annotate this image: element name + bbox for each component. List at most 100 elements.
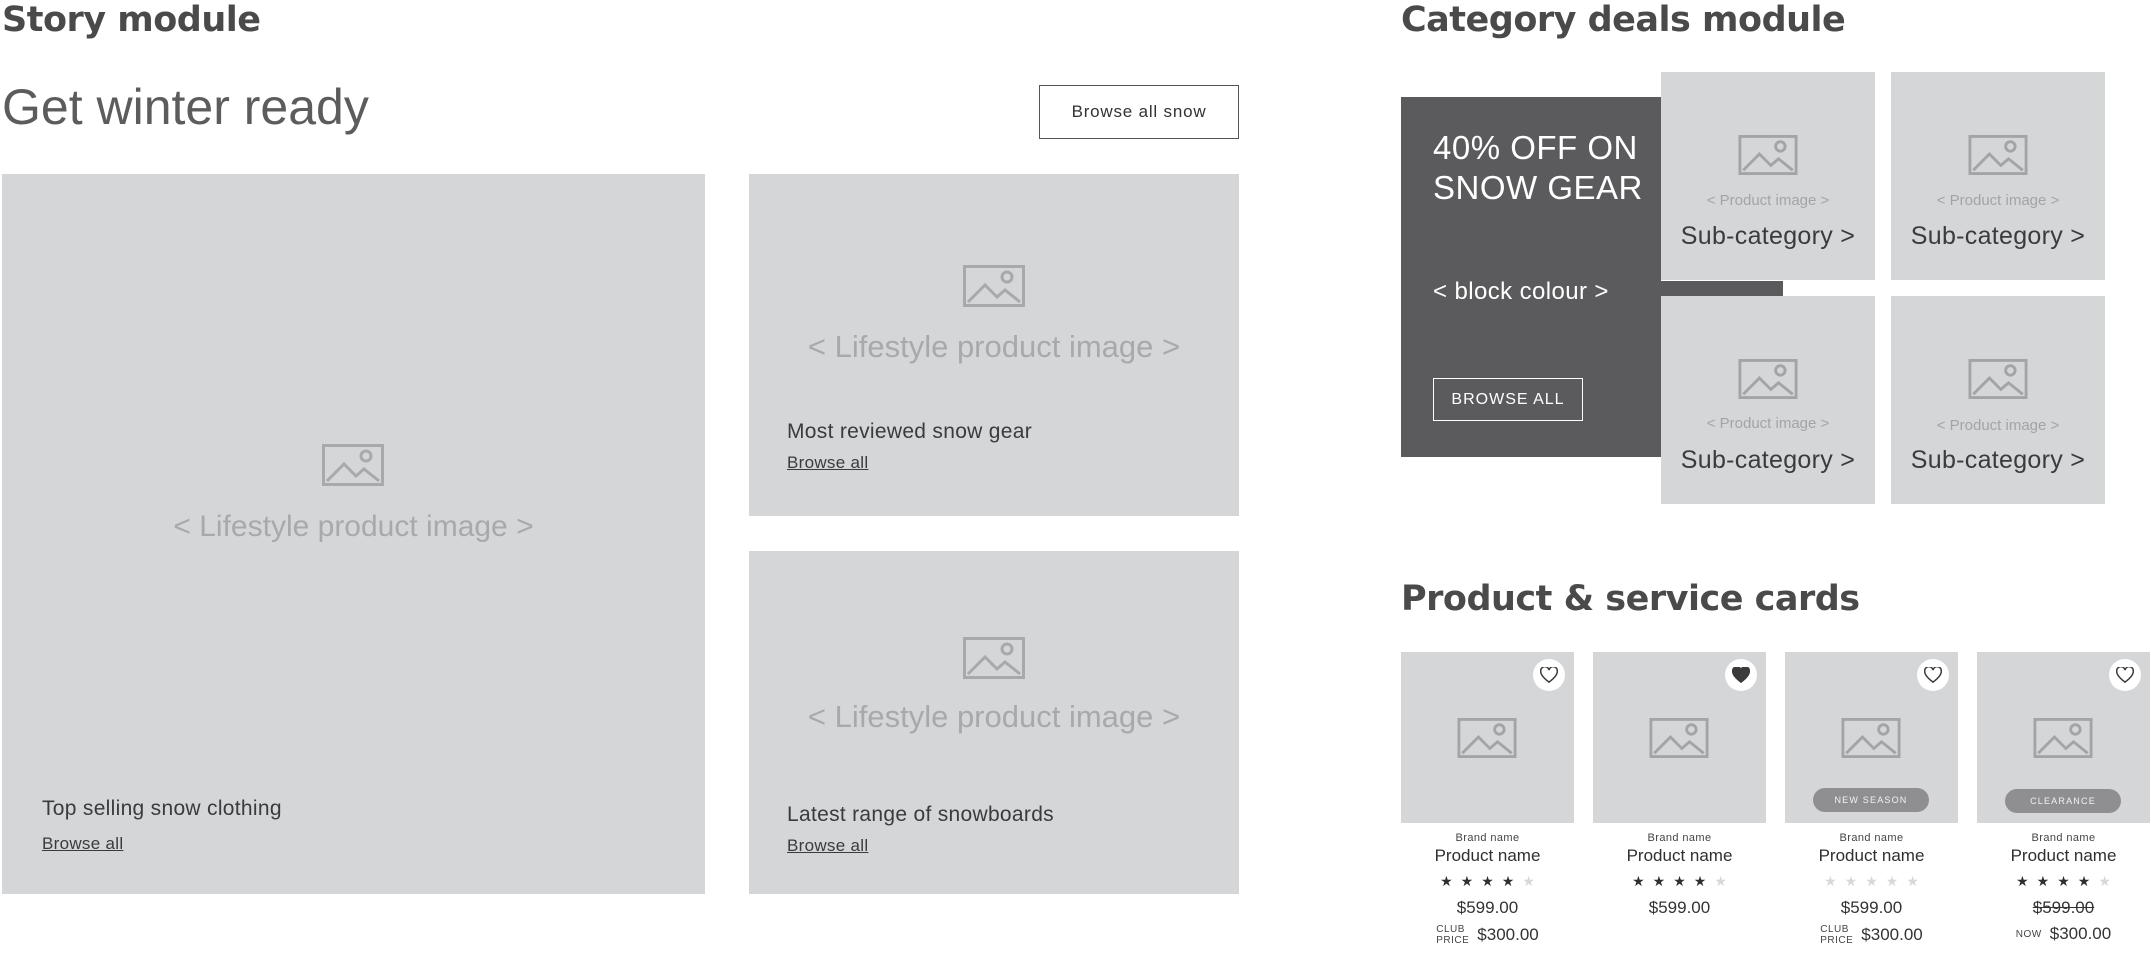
star-icon: ★ xyxy=(1440,873,1453,889)
star-icon: ★ xyxy=(1673,873,1686,889)
cards-section-title: Product & service cards xyxy=(1401,579,1860,619)
story-tile-large[interactable]: < Lifestyle product image > Top selling … xyxy=(2,174,705,894)
product-name: Product name xyxy=(1818,846,1925,865)
story-tile-top[interactable]: < Lifestyle product image > Most reviewe… xyxy=(749,174,1239,516)
club-price: CLUB PRICE $300.00 xyxy=(1401,924,1574,946)
favourite-icon[interactable] xyxy=(1917,659,1949,691)
image-placeholder-icon xyxy=(1968,359,2028,399)
product-image-label: < Product image > xyxy=(1936,192,2060,209)
subcategory-label: Sub-category > xyxy=(1680,222,1856,250)
promo-subtitle: < block colour > xyxy=(1433,278,1609,305)
story-tile-caption: Most reviewed snow gear xyxy=(787,420,1033,443)
product-image-label: < Product image > xyxy=(1706,192,1830,209)
favourite-icon[interactable] xyxy=(2109,659,2141,691)
product-card[interactable]: Brand name Product name ★ ★ ★ ★ ★ $599.00 xyxy=(1593,652,1766,952)
rating-stars: ★ ★ ★ ★ ★ xyxy=(1401,873,1574,890)
product-image xyxy=(1593,652,1766,823)
subcategory-tile[interactable]: < Product image > Sub-category > xyxy=(1661,72,1875,280)
promo-browse-all-button[interactable]: BROWSE ALL xyxy=(1433,378,1583,421)
price: $599.00 xyxy=(1648,898,1711,917)
clearance-badge: CLEARANCE xyxy=(2005,789,2121,813)
price: $599.00 xyxy=(1456,898,1519,917)
lifestyle-image-label: < Lifestyle product image > xyxy=(807,699,1181,734)
promo-title-line2: SNOW GEAR xyxy=(1433,169,1643,206)
brand-name: Brand name xyxy=(1839,832,1904,844)
product-image: CLEARANCE xyxy=(1977,652,2150,823)
star-icon: ★ xyxy=(1885,873,1899,889)
brand-name: Brand name xyxy=(2031,832,2096,844)
now-label: NOW xyxy=(2015,928,2042,940)
product-image: NEW SEASON xyxy=(1785,652,1958,823)
favourite-icon[interactable] xyxy=(1533,659,1565,691)
subcategory-tile[interactable]: < Product image > Sub-category > xyxy=(1891,296,2105,504)
subcategory-label: Sub-category > xyxy=(1910,446,2086,474)
star-icon: ★ xyxy=(1632,873,1645,889)
star-icon: ★ xyxy=(1824,873,1837,889)
sale-price-value: $300.00 xyxy=(2049,924,2112,943)
lifestyle-image-label: < Lifestyle product image > xyxy=(173,510,534,543)
story-tile-browse-link[interactable]: Browse all xyxy=(787,453,868,473)
club-price-value: $300.00 xyxy=(1477,925,1539,944)
subcategory-tile[interactable]: < Product image > Sub-category > xyxy=(1891,72,2105,280)
promo-block: 40% OFF ON SNOW GEAR < block colour > BR… xyxy=(1401,97,1661,457)
promo-title-line1: 40% OFF ON xyxy=(1433,129,1638,166)
club-price-label: CLUB PRICE xyxy=(1436,924,1470,946)
star-icon: ★ xyxy=(2057,873,2070,889)
star-icon: ★ xyxy=(2077,873,2091,889)
club-price: CLUB PRICE $300.00 xyxy=(1785,924,1958,946)
image-placeholder-icon xyxy=(963,265,1025,307)
subcategory-label: Sub-category > xyxy=(1910,222,2086,250)
original-price: $599.00 xyxy=(2032,898,2095,917)
product-card[interactable]: NEW SEASON Brand name Product name ★ ★ ★ ★ ★… xyxy=(1785,652,1958,952)
story-tile-browse-link[interactable]: Browse all xyxy=(787,836,868,856)
product-name: Product name xyxy=(1434,846,1541,865)
image-placeholder-icon xyxy=(322,444,384,486)
star-icon: ★ xyxy=(1693,873,1707,889)
product-name: Product name xyxy=(2010,846,2117,865)
category-section-title: Category deals module xyxy=(1401,0,1846,40)
rating-stars: ★ ★ ★ ★ ★ xyxy=(1977,873,2150,890)
product-image-label: < Product image > xyxy=(1706,415,1830,432)
star-icon: ★ xyxy=(1481,873,1494,889)
new-season-badge: NEW SEASON xyxy=(1813,788,1929,812)
sale-price: NOW $300.00 xyxy=(1977,924,2150,944)
rating-stars: ★ ★ ★ ★ ★ xyxy=(1785,873,1958,890)
image-placeholder-icon xyxy=(2033,718,2093,758)
star-icon: ★ xyxy=(1522,873,1535,889)
star-icon: ★ xyxy=(1906,873,1919,889)
star-icon: ★ xyxy=(1652,873,1666,889)
star-icon: ★ xyxy=(1714,873,1727,889)
story-tile-caption: Latest range of snowboards xyxy=(787,803,1054,826)
browse-all-snow-button[interactable]: Browse all snow xyxy=(1039,85,1239,139)
star-icon: ★ xyxy=(1460,873,1474,889)
lifestyle-image-label: < Lifestyle product image > xyxy=(807,329,1181,364)
subcategory-tile[interactable]: < Product image > Sub-category > xyxy=(1661,296,1875,504)
star-icon: ★ xyxy=(2016,873,2029,889)
subcategory-label: Sub-category > xyxy=(1680,446,1856,474)
favourite-filled-icon[interactable] xyxy=(1725,659,1757,691)
story-section-title: Story module xyxy=(2,0,261,40)
club-price-label: CLUB PRICE xyxy=(1820,924,1854,946)
image-placeholder-icon xyxy=(1738,359,1798,399)
star-icon: ★ xyxy=(1501,873,1515,889)
brand-name: Brand name xyxy=(1455,832,1520,844)
star-icon: ★ xyxy=(1865,873,1878,889)
image-placeholder-icon xyxy=(963,637,1025,679)
promo-bar xyxy=(1661,281,1783,296)
product-card[interactable]: Brand name Product name ★ ★ ★ ★ ★ $599.00 CL… xyxy=(1401,652,1574,952)
image-placeholder-icon xyxy=(1738,135,1798,175)
brand-name: Brand name xyxy=(1647,832,1712,844)
image-placeholder-icon xyxy=(1968,135,2028,175)
club-price-value: $300.00 xyxy=(1861,925,1923,944)
story-tile-browse-link[interactable]: Browse all xyxy=(42,834,123,854)
star-icon: ★ xyxy=(2036,873,2050,889)
image-placeholder-icon xyxy=(1841,718,1901,758)
rating-stars: ★ ★ ★ ★ ★ xyxy=(1593,873,1766,890)
product-image-label: < Product image > xyxy=(1936,417,2060,434)
star-icon: ★ xyxy=(1844,873,1858,889)
image-placeholder-icon xyxy=(1457,718,1517,758)
product-card[interactable]: CLEARANCE Brand name Product name ★ ★ ★ ★ ★ … xyxy=(1977,652,2150,952)
image-placeholder-icon xyxy=(1649,718,1709,758)
story-heading: Get winter ready xyxy=(2,79,369,135)
story-tile-bottom[interactable]: < Lifestyle product image > Latest range… xyxy=(749,551,1239,894)
